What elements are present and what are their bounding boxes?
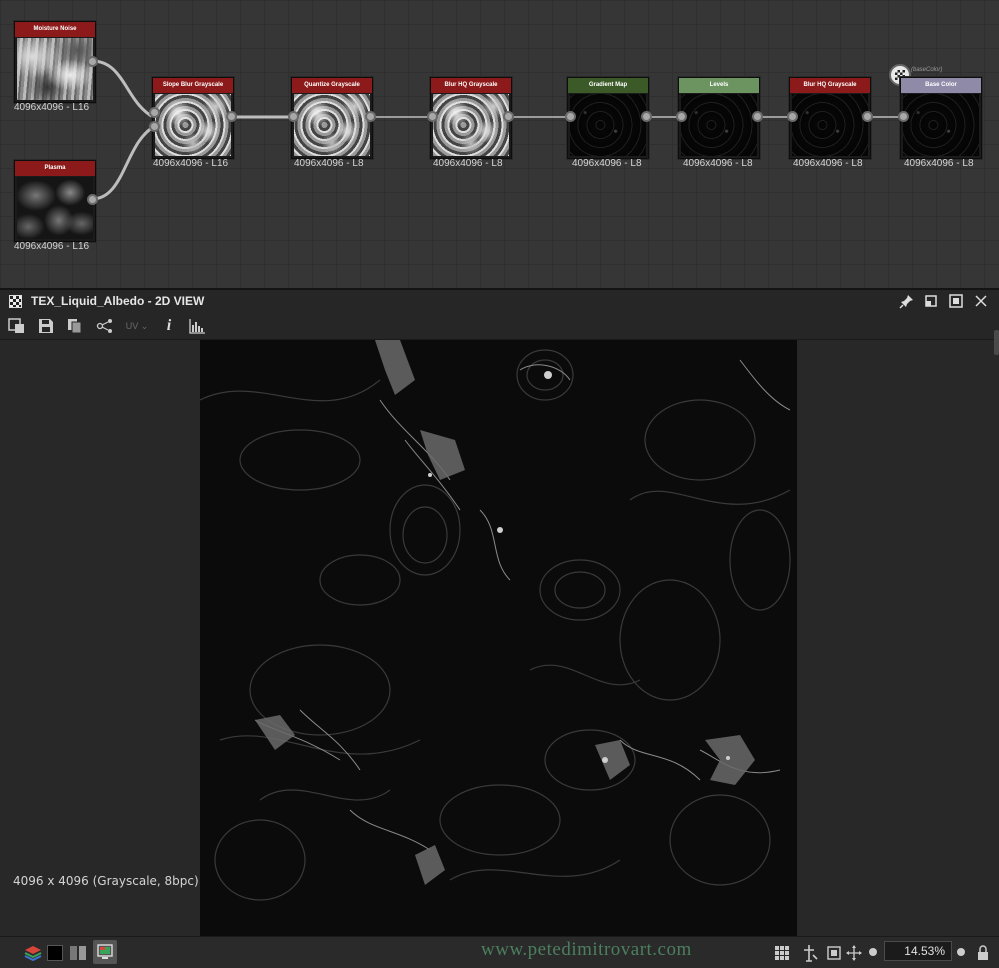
fit-icon[interactable]	[826, 943, 842, 963]
input-port[interactable]	[898, 111, 909, 122]
node-title: Base Color	[901, 78, 981, 93]
lock-icon[interactable]	[976, 943, 990, 963]
input-port[interactable]	[787, 111, 798, 122]
view-title-bar: TEX_Liquid_Albedo - 2D VIEW	[0, 290, 999, 312]
tiling-icon[interactable]	[774, 943, 790, 963]
output-port[interactable]	[87, 56, 98, 67]
node-thumbnail	[792, 94, 868, 156]
output-port[interactable]	[503, 111, 514, 122]
input-port[interactable]	[427, 111, 438, 122]
node-moisture-noise[interactable]: Moisture Noise	[14, 21, 96, 103]
substance-designer-window: Moisture Noise 4096x4096 - L16 Plasma 40…	[0, 0, 999, 968]
input-port[interactable]	[288, 111, 299, 122]
node-thumbnail	[681, 94, 757, 156]
node-title: Slope Blur Grayscale	[153, 78, 233, 93]
pan-icon[interactable]	[846, 943, 862, 963]
node-resolution: 4096x4096 - L8	[294, 158, 364, 169]
save-icon[interactable]	[37, 318, 55, 334]
zoom-in-icon[interactable]	[957, 948, 965, 956]
node-resolution: 4096x4096 - L8	[572, 158, 642, 169]
node-title: Levels	[679, 78, 759, 93]
watermark-text: www.petedimitrovart.com	[481, 939, 692, 960]
grid-channels-icon[interactable]	[69, 943, 87, 963]
node-plasma[interactable]: Plasma	[14, 160, 96, 242]
node-title: Plasma	[15, 161, 95, 176]
node-gradient-map[interactable]: Gradient Map	[567, 77, 649, 159]
output-port[interactable]	[365, 111, 376, 122]
2d-viewport[interactable]	[0, 340, 999, 936]
input-port[interactable]	[149, 107, 160, 118]
node-levels[interactable]: Levels	[678, 77, 760, 159]
node-title: Gradient Map	[568, 78, 648, 93]
node-resolution: 4096x4096 - L16	[14, 241, 90, 252]
info-icon[interactable]: i	[162, 318, 176, 334]
view-toolbar: UV ⌄ i	[0, 312, 999, 340]
checker-icon	[9, 295, 22, 308]
node-graph[interactable]: Moisture Noise 4096x4096 - L16 Plasma 40…	[0, 0, 999, 288]
maximize-icon[interactable]	[948, 293, 964, 309]
pin-icon[interactable]	[899, 293, 915, 309]
image-info-label: 4096 x 4096 (Grayscale, 8bpc)	[13, 874, 199, 888]
zoom-input[interactable]: 14.53%	[884, 941, 952, 961]
node-title: Blur HQ Grayscale	[431, 78, 511, 93]
node-title: Moisture Noise	[15, 22, 95, 37]
vertical-scrollbar[interactable]	[994, 330, 999, 355]
float-icon[interactable]	[923, 293, 939, 309]
node-title: Quantize Grayscale	[292, 78, 372, 93]
zoom-out-icon[interactable]	[869, 948, 877, 956]
node-thumbnail	[570, 94, 646, 156]
output-port[interactable]	[641, 111, 652, 122]
node-title: Blur HQ Grayscale	[790, 78, 870, 93]
tool-icon[interactable]	[801, 943, 819, 963]
output-port[interactable]	[87, 194, 98, 205]
texture-image	[200, 340, 797, 936]
node-resolution: 4096x4096 - L8	[904, 158, 974, 169]
input-port[interactable]	[565, 111, 576, 122]
output-port[interactable]	[862, 111, 873, 122]
node-thumbnail	[155, 94, 231, 156]
export-icon[interactable]	[8, 318, 26, 334]
node-base-color[interactable]: Base Color	[900, 77, 982, 159]
view-title: TEX_Liquid_Albedo - 2D VIEW	[31, 294, 205, 308]
chevron-down-icon: ⌄	[140, 321, 149, 331]
uv-dropdown[interactable]: UV ⌄	[122, 318, 152, 334]
copy-icon[interactable]	[66, 318, 84, 334]
output-port[interactable]	[226, 111, 237, 122]
node-thumbnail	[294, 94, 370, 156]
node-resolution: 4096x4096 - L8	[793, 158, 863, 169]
node-thumbnail	[903, 94, 979, 156]
node-thumbnail	[17, 177, 93, 239]
input-port[interactable]	[149, 121, 160, 132]
close-icon[interactable]	[973, 293, 989, 309]
node-resolution: 4096x4096 - L16	[153, 158, 229, 169]
node-blur-hq-grayscale-2[interactable]: Blur HQ Grayscale	[789, 77, 871, 159]
color-display-icon[interactable]	[93, 940, 117, 964]
uv-label: UV	[125, 321, 139, 331]
node-thumbnail	[17, 38, 93, 100]
node-thumbnail	[433, 94, 509, 156]
node-slope-blur-grayscale[interactable]: Slope Blur Grayscale	[152, 77, 234, 159]
output-usage-label: (baseColor)	[911, 67, 943, 73]
node-resolution: 4096x4096 - L8	[433, 158, 503, 169]
layers-icon[interactable]	[22, 943, 44, 963]
node-blur-hq-grayscale[interactable]: Blur HQ Grayscale	[430, 77, 512, 159]
node-quantize-grayscale[interactable]: Quantize Grayscale	[291, 77, 373, 159]
black-swatch-icon[interactable]	[47, 945, 63, 961]
share-icon[interactable]	[96, 318, 114, 334]
output-port[interactable]	[752, 111, 763, 122]
node-resolution: 4096x4096 - L8	[683, 158, 753, 169]
node-resolution: 4096x4096 - L16	[14, 102, 90, 113]
histogram-icon[interactable]	[188, 318, 206, 334]
input-port[interactable]	[676, 111, 687, 122]
texture-preview[interactable]	[200, 340, 797, 936]
